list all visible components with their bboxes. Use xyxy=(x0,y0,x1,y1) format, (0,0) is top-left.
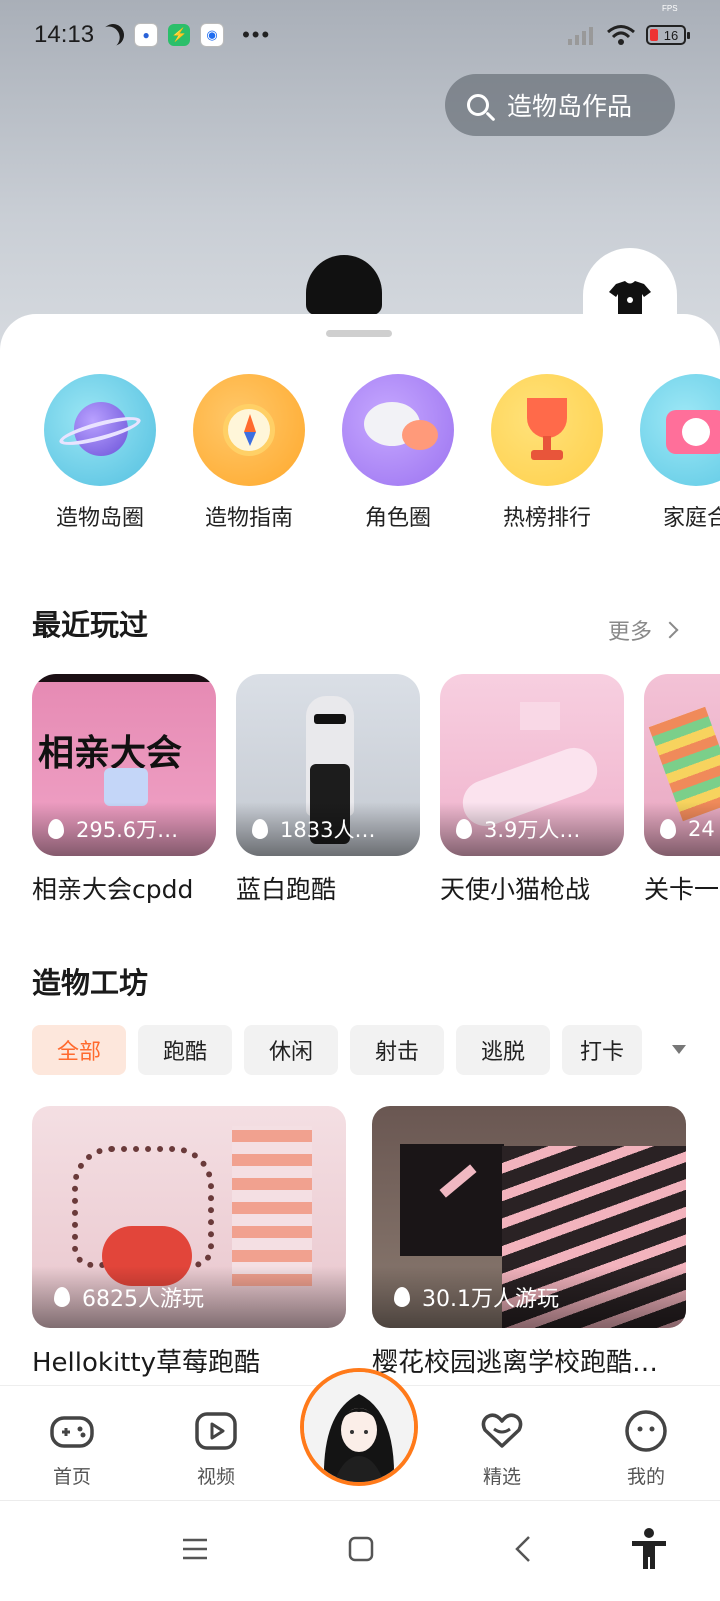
more-link[interactable]: 更多 xyxy=(608,614,679,646)
baidu-app-icon: ● xyxy=(134,23,159,47)
chevron-right-icon xyxy=(661,621,679,639)
expand-chips-icon[interactable] xyxy=(672,1045,686,1054)
recent-card[interactable]: 相亲大会 295.6万… 相亲大会cpdd xyxy=(32,674,216,906)
tab-label: 首页 xyxy=(52,1466,91,1488)
moon-icon xyxy=(98,20,128,50)
category-label: 造物岛圈 xyxy=(55,506,144,531)
center-avatar-button[interactable] xyxy=(300,1368,418,1486)
chip-escape[interactable]: 逃脱 xyxy=(456,1025,550,1075)
category-item[interactable]: 家庭合 xyxy=(626,374,720,532)
chip-casual[interactable]: 休闲 xyxy=(244,1025,338,1075)
recent-card[interactable]: 1833人… 蓝白跑酷 xyxy=(236,674,420,906)
game-title: 关卡一 xyxy=(644,875,720,904)
game-thumbnail: 6825人游玩 xyxy=(32,1106,346,1328)
game-thumbnail: 1833人… xyxy=(236,674,420,856)
category-label: 角色圈 xyxy=(364,506,431,531)
sheet-drag-handle[interactable] xyxy=(326,330,392,337)
trophy-icon xyxy=(491,374,603,486)
battery-indicator: 16 xyxy=(646,25,690,45)
workshop-section-title: 造物工坊 xyxy=(32,966,149,1000)
wifi-icon xyxy=(607,25,635,45)
game-thumbnail: 24 xyxy=(644,674,720,856)
category-item[interactable]: 造物岛圈 xyxy=(30,374,170,532)
chip-checkin[interactable]: 打卡 xyxy=(562,1025,643,1075)
category-label: 造物指南 xyxy=(204,506,293,531)
recent-list: 相亲大会 295.6万… 相亲大会cpdd 1833人… 蓝白跑酷 3.9万人…… xyxy=(0,674,720,914)
heart-chat-icon xyxy=(479,1408,525,1454)
avatar xyxy=(304,1372,414,1482)
compass-icon xyxy=(193,374,305,486)
status-time: 14:13 xyxy=(34,21,95,48)
game-title: 天使小猫枪战 xyxy=(440,875,591,904)
category-item[interactable]: 热榜排行 xyxy=(477,374,617,532)
tab-featured[interactable]: 精选 xyxy=(452,1408,552,1489)
tab-video[interactable]: 视频 xyxy=(166,1408,266,1489)
signal-icon xyxy=(568,27,593,45)
play-count: 1833人… xyxy=(236,802,420,856)
flame-icon xyxy=(54,1287,70,1307)
flame-icon xyxy=(660,819,676,839)
play-count: 6825人游玩 xyxy=(32,1266,346,1328)
circle-app-icon: ◉ xyxy=(200,23,225,47)
home-square-icon[interactable] xyxy=(348,1536,374,1562)
category-label: 家庭合 xyxy=(662,506,720,531)
play-count: 24 xyxy=(644,802,720,856)
search-label: 造物岛作品 xyxy=(507,92,633,121)
play-count: 295.6万… xyxy=(32,802,216,856)
game-thumbnail: 3.9万人… xyxy=(440,674,624,856)
flame-icon xyxy=(252,819,268,839)
category-item[interactable]: 造物指南 xyxy=(179,374,319,532)
category-row: 造物岛圈 造物指南 角色圈 热榜排行 家庭合 xyxy=(0,374,720,534)
flame-icon xyxy=(394,1287,410,1307)
shirt-icon xyxy=(609,281,651,315)
tab-label: 视频 xyxy=(196,1466,235,1488)
flame-icon xyxy=(48,819,64,839)
smiley-icon xyxy=(623,1408,669,1454)
menu-icon[interactable] xyxy=(182,1537,208,1561)
category-label: 热榜排行 xyxy=(502,506,591,531)
game-title: 蓝白跑酷 xyxy=(236,875,337,904)
video-play-icon xyxy=(193,1408,239,1454)
game-title: 樱花校园逃离学校跑酷… xyxy=(372,1348,659,1378)
more-notifications-icon: ••• xyxy=(242,22,272,47)
search-button[interactable]: 造物岛作品 xyxy=(445,74,675,136)
game-thumbnail: 相亲大会 295.6万… xyxy=(32,674,216,856)
search-icon xyxy=(467,94,489,116)
recent-card[interactable]: 24 关卡一 xyxy=(644,674,720,906)
chip-all[interactable]: 全部 xyxy=(32,1025,126,1075)
shield-app-icon: ⚡ xyxy=(168,24,191,46)
play-count: 3.9万人… xyxy=(440,802,624,856)
workshop-card[interactable]: 30.1万人游玩 樱花校园逃离学校跑酷… xyxy=(372,1106,686,1379)
accessibility-icon[interactable] xyxy=(630,1527,668,1571)
game-title: 相亲大会cpdd xyxy=(32,875,194,904)
planet-icon xyxy=(44,374,156,486)
tab-label: 我的 xyxy=(626,1466,665,1488)
flame-icon xyxy=(456,819,472,839)
tab-label: 精选 xyxy=(482,1466,521,1488)
game-title: Hellokitty草莓跑酷 xyxy=(32,1348,260,1378)
chip-shooting[interactable]: 射击 xyxy=(350,1025,444,1075)
chip-parkour[interactable]: 跑酷 xyxy=(138,1025,232,1075)
play-count: 30.1万人游玩 xyxy=(372,1266,686,1328)
recent-section-title: 最近玩过 xyxy=(32,608,149,642)
filter-chips: 全部 跑酷 休闲 射击 逃脱 打卡 xyxy=(32,1025,643,1075)
gamepad-icon xyxy=(49,1408,95,1454)
more-label: 更多 xyxy=(608,620,653,645)
status-bar: 14:13 ● ⚡ ◉ ••• 16 FPS xyxy=(0,0,720,70)
category-item[interactable]: 角色圈 xyxy=(328,374,468,532)
tab-home[interactable]: 首页 xyxy=(22,1408,122,1489)
tab-me[interactable]: 我的 xyxy=(596,1408,696,1489)
system-navigation-bar xyxy=(0,1500,720,1601)
back-icon[interactable] xyxy=(514,1535,532,1563)
game-thumbnail: 30.1万人游玩 xyxy=(372,1106,686,1328)
fps-label: FPS xyxy=(662,4,678,13)
camera-icon xyxy=(640,374,720,486)
workshop-card[interactable]: 6825人游玩 Hellokitty草莓跑酷 xyxy=(32,1106,346,1379)
chat-bubbles-icon xyxy=(342,374,454,486)
recent-card[interactable]: 3.9万人… 天使小猫枪战 xyxy=(440,674,624,906)
